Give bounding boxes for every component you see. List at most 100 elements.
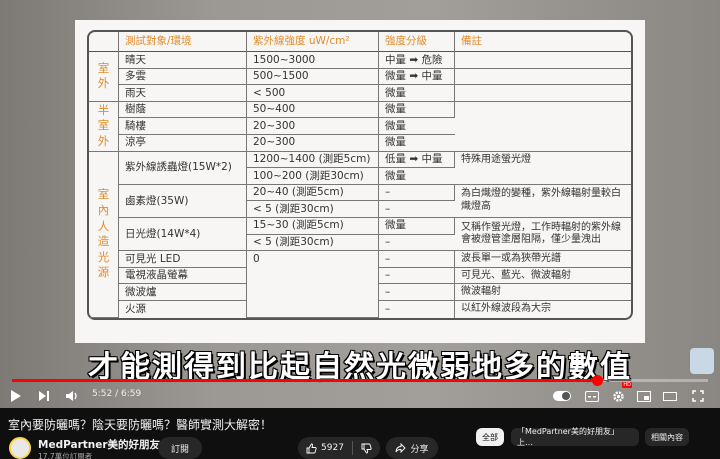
header-level: 強度分級 <box>379 32 455 52</box>
cell-intensity: < 500 <box>247 85 379 102</box>
table-row: 雨天 < 500 微量 <box>89 85 631 102</box>
skip-next-icon <box>39 391 49 401</box>
channel-name-text: MedPartner美的好朋友 <box>38 439 161 451</box>
table-row: 鹵素燈(35W) 20~40 (測距5cm) – 為白熾燈的變種，紫外線輻射量較… <box>89 184 631 218</box>
cell-intensity: 20~300 <box>247 134 379 152</box>
cell-remarks: 為白熾燈的變種，紫外線輻射量較白熾燈高 <box>455 185 631 218</box>
miniplayer-button[interactable] <box>636 386 652 406</box>
table-row: 日光燈(14W*4) 15~30 (測距5cm) 微量 又稱作螢光燈，工作時輻射… <box>89 217 631 252</box>
cell-level: 中量 ➡ 危險 <box>379 52 455 69</box>
thumbs-up-icon <box>306 443 317 453</box>
group-semi-outdoor: 半 室 外 <box>89 101 119 152</box>
cell-level: – <box>379 201 455 218</box>
progress-played <box>12 379 597 382</box>
cell-object: 電視液晶螢幕 <box>119 267 247 285</box>
video-player[interactable]: 測試對象/環境 紫外線強度 uW/cm² 強度分級 備註 室 外 晴天 1500… <box>0 0 720 408</box>
group-indoor-artificial: 室 內 人 造 光 源 <box>89 151 119 318</box>
cell-level: – <box>379 251 455 268</box>
cell-object: 日光燈(14W*4) <box>119 217 247 252</box>
cell-remarks: 以紅外線波段為大宗 <box>461 303 551 315</box>
next-button[interactable] <box>36 386 52 406</box>
theater-button[interactable] <box>662 386 678 406</box>
cell-level: 微量 <box>379 135 455 152</box>
toggle-switch-icon <box>553 391 571 401</box>
progress-bar[interactable] <box>12 375 708 386</box>
cell-object: 紫外線誘蟲燈(15W*2) <box>119 151 247 185</box>
cell-object: 涼亭 <box>119 134 247 152</box>
mute-button[interactable] <box>64 386 80 406</box>
cell-object: 樹蔭 <box>119 101 247 119</box>
cell-intensity: 20~40 (測距5cm) <box>247 184 379 202</box>
header-remarks: 備註 <box>455 32 631 52</box>
table-row: 可見光 LED 0 – 波長單一或為狹帶光譜 <box>89 251 631 318</box>
table-row: 室 內 人 造 光 源 紫外線誘蟲燈(15W*2) 1200~1400 (測距5… <box>89 151 631 318</box>
subscribe-label: 訂閱 <box>170 444 189 455</box>
table-row: 室 外 晴天 1500~3000 中量 ➡ 危險 <box>89 52 631 102</box>
cell-object: 騎樓 <box>119 118 247 135</box>
channel-avatar[interactable] <box>9 437 31 459</box>
cell-level: 微量 <box>379 168 455 185</box>
cell-remarks: 微波輻射 <box>455 284 631 301</box>
cell-level: 微量 <box>379 118 455 135</box>
cell-intensity: 1200~1400 (測距5cm) <box>247 151 379 169</box>
chip-all[interactable]: 全部 <box>476 428 504 446</box>
cell-object: 雨天 <box>119 85 247 102</box>
gear-icon <box>612 390 624 402</box>
cell-level: – <box>379 184 455 202</box>
slide: 測試對象/環境 紫外線強度 uW/cm² 強度分級 備註 室 外 晴天 1500… <box>75 20 645 343</box>
header-intensity: 紫外線強度 uW/cm² <box>247 32 379 52</box>
play-icon <box>11 390 21 402</box>
play-button[interactable] <box>8 386 24 406</box>
cell-level: – <box>379 235 455 252</box>
subscriber-count: 17.7萬位訂閱者 <box>38 452 93 459</box>
subscribe-button[interactable]: 訂閱 <box>158 437 202 459</box>
channel-name[interactable]: MedPartner美的好朋友 <box>38 437 172 452</box>
cell-level: 低量 ➡ 中量 <box>379 151 455 169</box>
table-row: 半 室 外 樹蔭 50~400 微量 <box>89 101 631 152</box>
table-row: 多雲 500~1500 微量 ➡ 中量 <box>89 68 631 86</box>
cell-level: 微量 ➡ 中量 <box>379 68 455 86</box>
volume-icon <box>66 391 77 401</box>
cell-intensity: 15~30 (測距5cm) <box>247 217 379 235</box>
chip-related[interactable]: 相關內容 <box>645 428 689 446</box>
thumbs-down-icon <box>361 443 372 453</box>
cell-object: 多雲 <box>119 68 247 86</box>
share-label: 分享 <box>410 444 429 455</box>
cell-level: – <box>379 300 455 318</box>
header-group-cell <box>89 32 119 52</box>
like-count: 5927 <box>321 443 344 453</box>
header-object: 測試對象/環境 <box>119 32 247 52</box>
cell-intensity: 20~300 <box>247 118 379 135</box>
time-display: 5:52 / 6:59 <box>92 389 142 399</box>
share-button[interactable]: 分享 <box>386 437 438 459</box>
cell-object: 可見光 LED <box>119 251 247 268</box>
like-button[interactable]: 5927 <box>298 437 380 459</box>
fullscreen-button[interactable] <box>690 386 706 406</box>
cell-level: – <box>379 267 455 285</box>
cell-intensity: < 5 (測距30cm) <box>247 234 379 252</box>
cell-intensity: 0 <box>247 251 379 318</box>
player-controls: 5:52 / 6:59 HD <box>0 382 720 408</box>
group-outdoor: 室 外 <box>89 52 119 102</box>
fullscreen-icon <box>692 390 704 402</box>
hd-badge: HD <box>622 382 632 388</box>
cell-level: 微量 <box>379 101 455 119</box>
captions-button[interactable] <box>584 386 600 406</box>
autoplay-toggle[interactable] <box>552 386 572 406</box>
cell-remarks: 波長單一或為狹帶光譜 <box>455 251 631 268</box>
chip-from-channel[interactable]: 「MedPartner美的好朋友」上… <box>511 427 639 447</box>
cell-remarks: 又稱作螢光燈，工作時輻射的紫外線會被燈管塗層阻隔，僅少量洩出 <box>455 218 631 252</box>
share-icon <box>396 443 407 453</box>
cell-intensity: 1500~3000 <box>247 52 379 69</box>
table-header-row: 測試對象/環境 紫外線強度 uW/cm² 強度分級 備註 <box>89 32 631 52</box>
uv-intensity-table: 測試對象/環境 紫外線強度 uW/cm² 強度分級 備註 室 外 晴天 1500… <box>87 30 633 320</box>
cell-intensity: 50~400 <box>247 101 379 119</box>
cell-level: 微量 <box>379 85 455 102</box>
cell-remarks <box>455 69 631 86</box>
cell-intensity: 500~1500 <box>247 68 379 86</box>
theater-mode-icon <box>663 391 677 401</box>
cell-intensity: < 5 (測距30cm) <box>247 201 379 218</box>
divider <box>351 441 353 455</box>
cell-object: 微波爐 <box>119 284 247 301</box>
settings-button[interactable]: HD <box>610 382 632 406</box>
